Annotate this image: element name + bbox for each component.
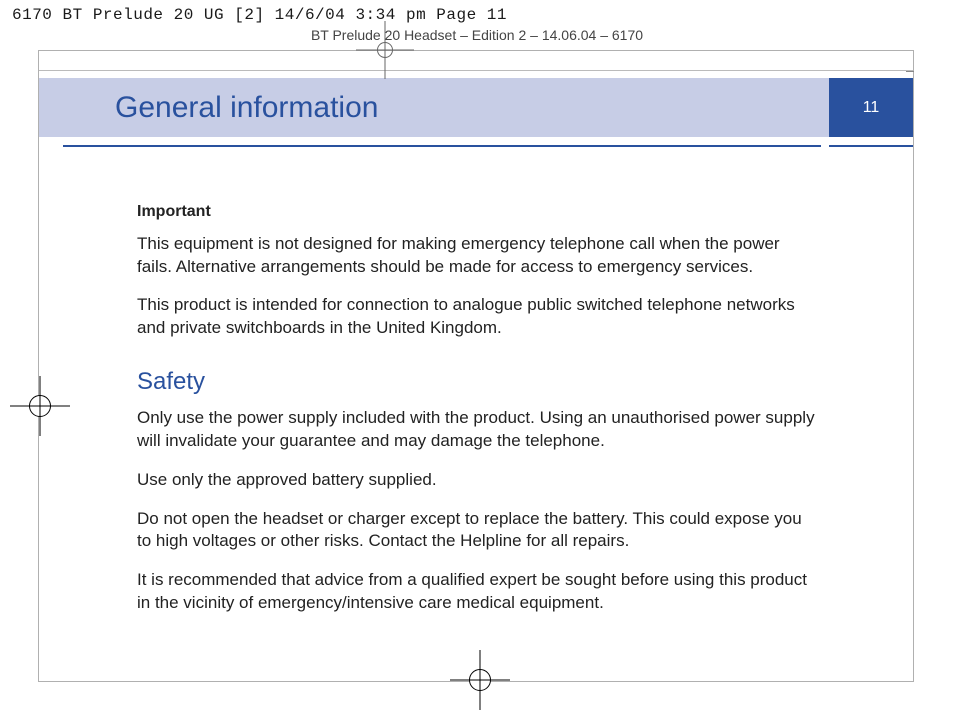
important-label: Important: [137, 201, 817, 223]
banner-underline-left: [63, 145, 821, 147]
page-number: 11: [863, 99, 880, 117]
registration-mark-top-icon: [377, 42, 393, 58]
banner-underline-right: [829, 145, 913, 147]
safety-paragraph-4: It is recommended that advice from a qua…: [137, 569, 817, 615]
safety-paragraph-3: Do not open the headset or charger excep…: [137, 508, 817, 554]
page-frame: General information 11 Important This eq…: [38, 50, 914, 682]
important-paragraph-1: This equipment is not designed for makin…: [137, 233, 817, 279]
body-column: Important This equipment is not designed…: [137, 201, 817, 631]
page-banner: General information 11: [39, 78, 913, 137]
crop-tick-icon: [906, 71, 914, 72]
safety-heading: Safety: [137, 366, 817, 398]
page-number-box: 11: [829, 78, 913, 137]
safety-paragraph-2: Use only the approved battery supplied.: [137, 469, 817, 492]
print-metadata-line: 6170 BT Prelude 20 UG [2] 14/6/04 3:34 p…: [12, 6, 507, 24]
banner-top-rule: [39, 70, 913, 71]
important-paragraph-2: This product is intended for connection …: [137, 294, 817, 340]
banner-title-area: General information: [63, 78, 829, 137]
safety-paragraph-1: Only use the power supply included with …: [137, 407, 817, 453]
document-subtitle: BT Prelude 20 Headset – Edition 2 – 14.0…: [0, 27, 954, 43]
registration-mark-left-icon: [29, 395, 51, 417]
page-title: General information: [115, 91, 378, 125]
registration-mark-bottom-icon: [469, 669, 491, 691]
banner-left-stub: [39, 78, 63, 137]
